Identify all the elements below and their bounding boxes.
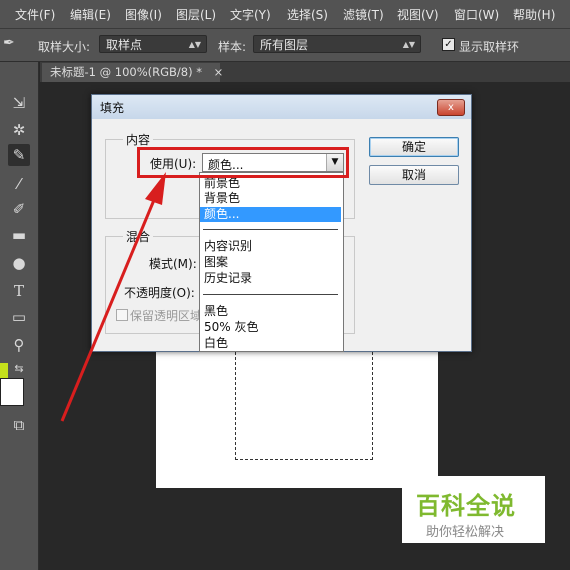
options-bar: ✒ 取样大小: 取样点 ▲▼ 样本: 所有图层 ▲▼ ✓ 显示取样环: [0, 29, 570, 62]
option-foreground-color[interactable]: 前景色: [200, 176, 341, 191]
updown-arrow-icon: ▲▼: [188, 40, 201, 49]
show-ring-checkbox[interactable]: ✓: [442, 38, 455, 51]
sample-size-label: 取样大小:: [38, 40, 91, 54]
menu-select[interactable]: 选择(S): [287, 6, 328, 23]
sample-size-select[interactable]: 取样点 ▲▼: [99, 35, 207, 53]
option-background-color[interactable]: 背景色: [200, 191, 341, 206]
option-black[interactable]: 黑色: [200, 304, 341, 319]
preserve-transparency-label: 保留透明区域: [130, 309, 203, 323]
option-history[interactable]: 历史记录: [200, 271, 341, 286]
magic-wand-tool-icon[interactable]: ✲: [8, 119, 30, 141]
watermark-title: 百科全说: [416, 492, 516, 520]
menu-window[interactable]: 窗口(W): [454, 6, 499, 23]
sample-select[interactable]: 所有图层 ▲▼: [253, 35, 421, 53]
opacity-label: 不透明度(O):: [124, 286, 195, 300]
watermark: 百科全说 助你轻松解决: [402, 476, 545, 543]
screen-mode-icon[interactable]: ⧉: [8, 414, 30, 436]
sample-value: 所有图层: [260, 38, 309, 52]
option-color[interactable]: 颜色...: [200, 207, 341, 222]
option-white[interactable]: 白色: [200, 336, 341, 351]
sample-size-value: 取样点: [106, 38, 143, 52]
tools-panel: ⇲ ✲ ✎ ⁄ ✐ ▬ ● T ▭ ⚲ ⇆ ⧉: [0, 62, 39, 570]
menu-file[interactable]: 文件(F): [15, 6, 55, 23]
menu-divider: [203, 294, 338, 295]
menu-view[interactable]: 视图(V): [397, 6, 439, 23]
option-pattern[interactable]: 图案: [200, 255, 341, 270]
history-brush-tool-icon[interactable]: ✐: [8, 198, 30, 220]
menu-divider: [203, 229, 338, 230]
document-tab-title: 未标题-1 @ 100%(RGB/8) *: [50, 65, 203, 79]
show-ring-label: 显示取样环: [459, 40, 520, 54]
brush-tool-icon[interactable]: ⁄: [8, 173, 30, 195]
dialog-title-bar[interactable]: [92, 95, 471, 119]
blend-group-label: 混合: [123, 228, 154, 245]
zoom-tool-icon[interactable]: ⚲: [8, 334, 30, 356]
dialog-title: 填充: [100, 101, 125, 115]
option-content-aware[interactable]: 内容识别: [200, 239, 341, 254]
dodge-tool-icon[interactable]: ●: [8, 252, 30, 274]
mode-label: 模式(M):: [149, 257, 197, 271]
sample-label: 样本:: [218, 40, 247, 54]
marquee-selection: [235, 352, 373, 460]
menu-edit[interactable]: 编辑(E): [70, 6, 111, 23]
eyedropper-tool-icon[interactable]: ✎: [8, 144, 30, 166]
use-dropdown-list: 前景色 背景色 颜色... 内容识别 图案 历史记录 黑色 50% 灰色 白色: [199, 172, 344, 352]
menu-help[interactable]: 帮助(H): [513, 6, 555, 23]
menu-layer[interactable]: 图层(L): [176, 6, 216, 23]
menu-filter[interactable]: 滤镜(T): [343, 6, 384, 23]
highlight-box: [137, 147, 349, 178]
cancel-button[interactable]: 取消: [369, 165, 459, 185]
rectangle-tool-icon[interactable]: ▭: [8, 306, 30, 328]
menu-image[interactable]: 图像(I): [125, 6, 162, 23]
preserve-transparency-checkbox[interactable]: [116, 309, 128, 321]
menu-type[interactable]: 文字(Y): [230, 6, 271, 23]
swap-colors-icon[interactable]: ⇆: [8, 358, 30, 380]
watermark-subtitle: 助你轻松解决: [426, 525, 505, 540]
updown-arrow-icon: ▲▼: [402, 40, 415, 49]
type-tool-icon[interactable]: T: [8, 280, 30, 302]
gradient-tool-icon[interactable]: ▬: [8, 224, 30, 246]
background-color-swatch[interactable]: [0, 378, 24, 406]
menu-bar: 文件(F) 编辑(E) 图像(I) 图层(L) 文字(Y) 选择(S) 滤镜(T…: [0, 0, 570, 29]
eyedropper-preset-icon[interactable]: ✒: [3, 35, 15, 51]
content-group-label: 内容: [123, 131, 154, 148]
ok-button[interactable]: 确定: [369, 137, 459, 157]
document-tab[interactable]: 未标题-1 @ 100%(RGB/8) * ×: [42, 63, 223, 82]
tab-close-icon[interactable]: ×: [214, 65, 224, 79]
move-tool-icon[interactable]: ⇲: [8, 92, 30, 114]
close-icon[interactable]: x: [437, 99, 465, 116]
option-50-gray[interactable]: 50% 灰色: [200, 320, 341, 335]
